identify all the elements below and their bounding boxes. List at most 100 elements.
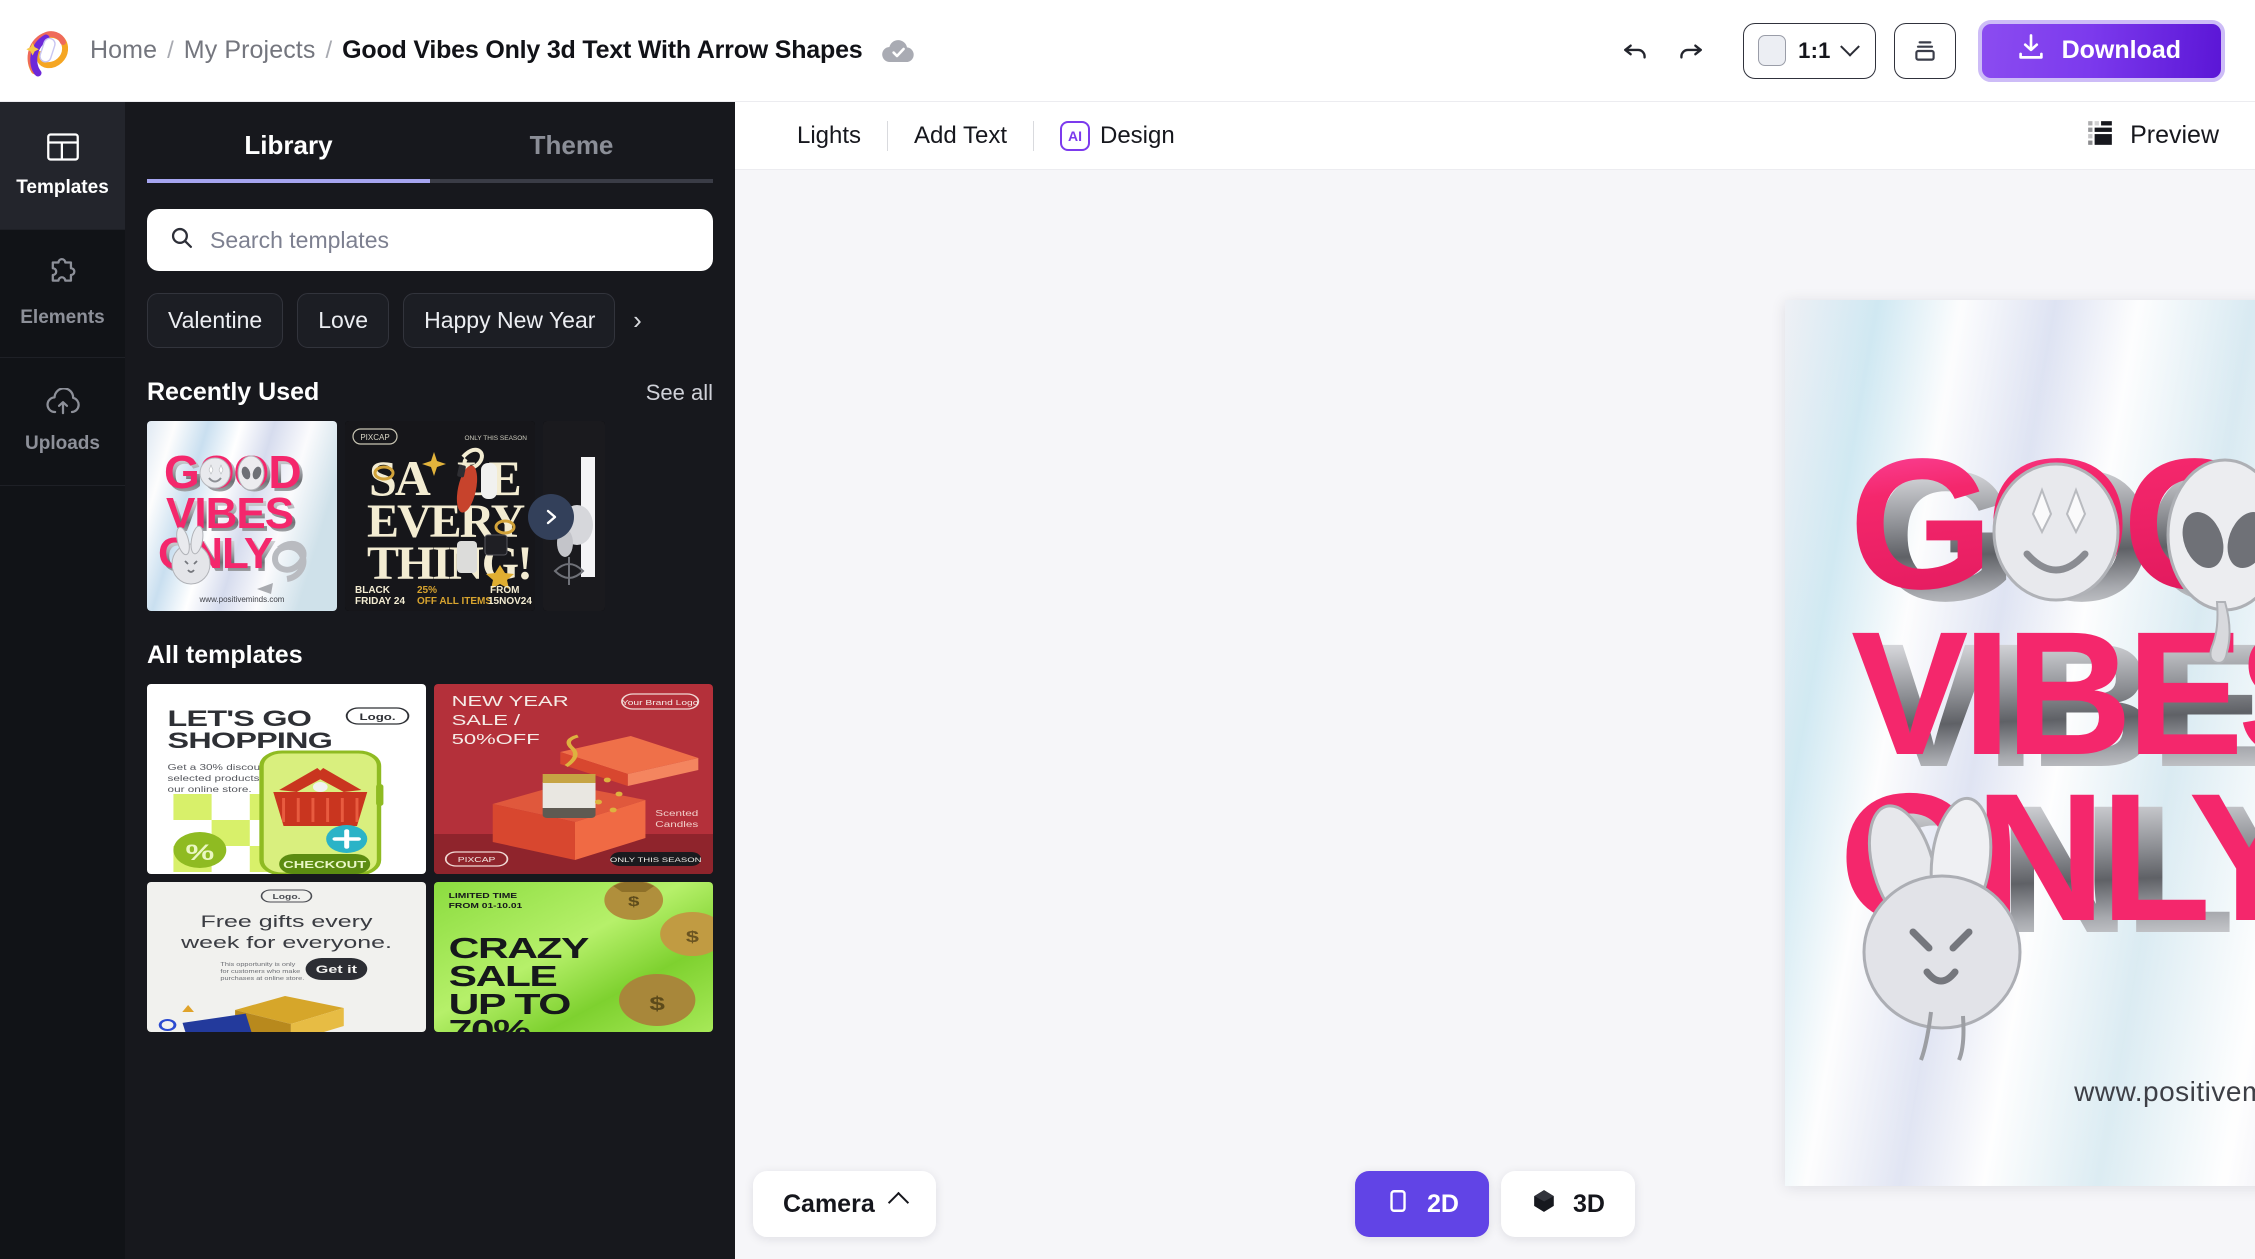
ai-badge-icon: AI: [1060, 120, 1090, 151]
smiley-face-icon: [1992, 462, 2120, 602]
sidebar-item-templates[interactable]: Templates: [0, 102, 125, 230]
panel-tabs: Library Theme: [125, 116, 735, 179]
aspect-ratio-label: 1:1: [1798, 37, 1831, 63]
svg-text:Logo.: Logo.: [273, 893, 301, 901]
svg-text:CHECKOUT: CHECKOUT: [283, 859, 366, 870]
tab-library[interactable]: Library: [147, 116, 430, 179]
tab-lights[interactable]: Lights: [771, 122, 887, 150]
search-box[interactable]: [147, 209, 713, 271]
preview-label: Preview: [2130, 121, 2219, 149]
template-card-good-vibes[interactable]: GOOD GOOD VIBES VIBES ONLY ONLY www.posi…: [147, 421, 337, 611]
page-title[interactable]: Good Vibes Only 3d Text With Arrow Shape…: [342, 36, 863, 65]
svg-text:Logo.: Logo.: [360, 713, 396, 723]
breadcrumb-my-projects[interactable]: My Projects: [184, 36, 316, 65]
template-card-free-gifts[interactable]: Logo. Free gifts every week for everyone…: [147, 882, 426, 1032]
app-root: Home / My Projects / Good Vibes Only 3d …: [0, 0, 2255, 1259]
tab-underline: [147, 179, 713, 183]
sidebar-item-elements[interactable]: Elements: [0, 230, 125, 358]
canvas-stage: Lights Add Text AI Design Preview VIBE V…: [735, 102, 2255, 1259]
camera-label: Camera: [783, 1189, 875, 1218]
mode-3d-label: 3D: [1573, 1189, 1605, 1218]
panel-scroll[interactable]: Recently Used See all GOOD GOOD VIBES VI…: [125, 348, 735, 1259]
template-card-new-year-sale[interactable]: NEW YEAR SALE / 50%OFF Your Brand Logo S…: [434, 684, 713, 874]
pixcap-logo-icon[interactable]: [22, 25, 69, 77]
svg-text:ONLY THIS SEASON: ONLY THIS SEASON: [610, 856, 702, 863]
tab-add-text[interactable]: Add Text: [888, 122, 1033, 150]
svg-text:Get it: Get it: [316, 963, 358, 976]
chip-love[interactable]: Love: [297, 293, 390, 348]
left-rail: Templates Elements Uploads: [0, 102, 125, 1259]
download-button[interactable]: Download: [1977, 19, 2225, 82]
carousel-next-button[interactable]: [528, 494, 574, 540]
preview-button[interactable]: Preview: [2086, 119, 2219, 152]
template-caption: www.positiveminds.com: [199, 595, 285, 604]
top-bar: Home / My Projects / Good Vibes Only 3d …: [0, 0, 2255, 102]
svg-text:purchases at online store.: purchases at online store.: [220, 976, 304, 982]
chevron-up-icon: [887, 1191, 909, 1213]
breadcrumb-home[interactable]: Home: [90, 36, 157, 65]
svg-text:Your Brand Logo: Your Brand Logo: [622, 699, 699, 707]
all-templates-title: All templates: [147, 641, 303, 669]
svg-text:15NOV24: 15NOV24: [488, 596, 532, 607]
svg-text:LET'S GO: LET'S GO: [168, 706, 312, 731]
undo-icon[interactable]: [1609, 24, 1663, 78]
all-templates-grid: LET'S GO SHOPPING Logo. Get a 30% discou…: [147, 684, 713, 1032]
redo-icon[interactable]: [1663, 24, 1717, 78]
see-all-link[interactable]: See all: [646, 380, 713, 406]
svg-text:BLACK: BLACK: [355, 585, 391, 596]
sidebar-item-uploads[interactable]: Uploads: [0, 358, 125, 486]
tab-ai-design[interactable]: AI Design: [1034, 120, 1201, 151]
svg-text:week for everyone.: week for everyone.: [180, 933, 392, 952]
main-body: Templates Elements Uploads Library Theme…: [0, 102, 2255, 1259]
chevron-right-icon[interactable]: ›: [629, 305, 646, 336]
camera-button[interactable]: Camera: [753, 1171, 936, 1237]
rectangle-icon: [1385, 1188, 1411, 1221]
svg-text:This opportunity is only: This opportunity is only: [220, 962, 296, 968]
recently-used-header: Recently Used See all: [147, 378, 713, 407]
align-stack-button[interactable]: [1893, 22, 1956, 79]
svg-text:SHOPPING: SHOPPING: [168, 728, 333, 753]
template-card-crazy-sale[interactable]: LIMITED TIME FROM 01-10.01 CRAZY SALE UP…: [434, 882, 713, 1032]
mode-3d-button[interactable]: 3D: [1501, 1171, 1635, 1237]
tab-theme[interactable]: Theme: [430, 116, 713, 179]
search-input[interactable]: [210, 226, 691, 254]
template-card-sale-everything[interactable]: PIXCAP ONLY THIS SEASON SA LE EVERY THIN…: [345, 421, 535, 611]
svg-text:our online store.: our online store.: [168, 786, 252, 795]
view-mode-group: 2D 3D: [1355, 1171, 1635, 1237]
cube-icon: [1531, 1188, 1557, 1221]
download-label: Download: [2061, 36, 2181, 64]
svg-text:for customers who make: for customers who make: [220, 969, 300, 975]
recently-used-title: Recently Used: [147, 378, 320, 406]
svg-text:$: $: [628, 893, 640, 909]
aspect-ratio-button[interactable]: 1:1: [1743, 22, 1876, 79]
svg-text:LIMITED TIME: LIMITED TIME: [449, 892, 518, 900]
svg-text:50%OFF: 50%OFF: [452, 730, 540, 747]
download-icon: [2016, 32, 2046, 69]
artboard[interactable]: GOOD GOOD VIBES VIBES ONLY ONLY: [1785, 300, 2255, 1186]
puzzle-piece-icon: [46, 258, 80, 297]
stage-main: GOOD GOOD VIBES VIBES ONLY ONLY: [735, 170, 2255, 1259]
template-card-lets-go-shopping[interactable]: LET'S GO SHOPPING Logo. Get a 30% discou…: [147, 684, 426, 874]
svg-text:FROM: FROM: [490, 585, 519, 596]
top-bar-actions: 1:1 Download: [1609, 19, 2225, 82]
preview-grid-icon: [2086, 119, 2114, 152]
svg-text:PIXCAP: PIXCAP: [458, 856, 496, 864]
svg-text:Free gifts every: Free gifts every: [201, 912, 373, 931]
chip-valentine[interactable]: Valentine: [147, 293, 284, 348]
artwork-good-vibes-only: GOOD GOOD VIBES VIBES ONLY ONLY: [1839, 421, 2255, 1061]
svg-text:FROM 01-10.01: FROM 01-10.01: [449, 902, 523, 910]
chip-happy-new-year[interactable]: Happy New Year: [403, 293, 616, 348]
search-icon: [169, 225, 194, 255]
svg-text:selected products in: selected products in: [168, 775, 272, 784]
chevron-down-icon: [1839, 36, 1860, 57]
library-panel: Library Theme Valentine Love Happy New: [125, 102, 735, 1259]
svg-text:NEW YEAR: NEW YEAR: [452, 692, 569, 709]
svg-text:SALE /: SALE /: [452, 711, 521, 728]
stage-bottom-bar: Camera 2D 3D: [735, 1163, 2255, 1237]
sidebar-item-elements-label: Elements: [20, 307, 105, 328]
svg-text:ONLY THIS SEASON: ONLY THIS SEASON: [465, 435, 528, 442]
svg-text:$: $: [649, 993, 665, 1014]
svg-text:Scented: Scented: [655, 810, 698, 819]
cloud-check-icon: [881, 38, 915, 64]
mode-2d-button[interactable]: 2D: [1355, 1171, 1489, 1237]
